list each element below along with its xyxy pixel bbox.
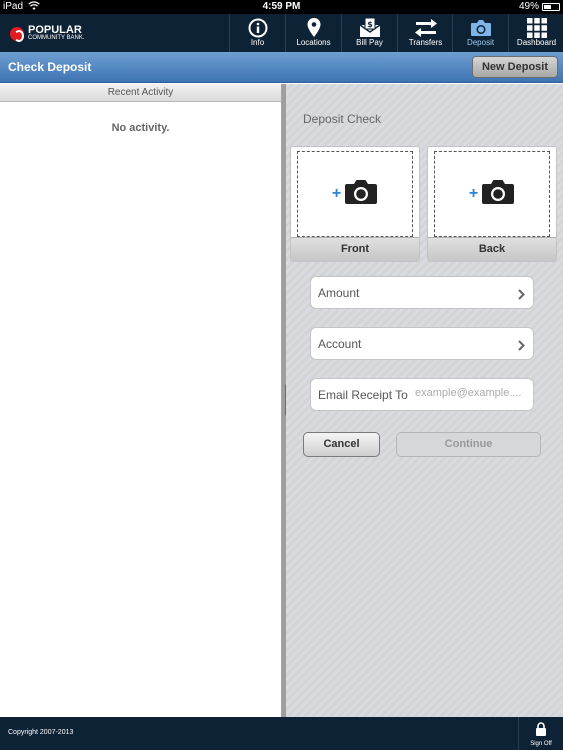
chevron-right-icon	[518, 287, 525, 305]
front-photo-button[interactable]: + Front	[290, 146, 420, 262]
bill-envelope-icon: $	[342, 14, 397, 38]
email-receipt-label: Email Receipt To	[318, 388, 408, 402]
continue-button[interactable]: Continue	[396, 432, 541, 457]
recent-activity-panel: Recent Activity No activity.	[0, 84, 282, 717]
grid-icon	[509, 14, 563, 38]
nav-transfers[interactable]: Transfers	[397, 14, 453, 52]
clock: 4:59 PM	[262, 1, 301, 12]
back-photo-button[interactable]: + Back	[427, 146, 557, 262]
front-label: Front	[291, 237, 419, 261]
add-plus-icon: +	[331, 185, 342, 202]
nav-deposit[interactable]: Deposit	[452, 14, 508, 52]
back-label: Back	[428, 237, 556, 261]
svg-text:$: $	[367, 20, 373, 29]
add-plus-icon: +	[468, 185, 479, 202]
copyright-text: Copyright 2007-2013	[8, 729, 74, 736]
camera-icon	[344, 179, 378, 210]
sign-off-label: Sign Off	[530, 741, 552, 747]
nav-bill-pay[interactable]: $ Bill Pay	[341, 14, 397, 52]
top-navigation: POPULAR COMMUNITY BANK. Info Locations $…	[0, 14, 563, 52]
nav-transfers-label: Transfers	[408, 38, 443, 47]
logo-line-1: POPULAR	[28, 24, 82, 36]
battery-percent: 49%	[518, 1, 539, 12]
bank-logo: POPULAR COMMUNITY BANK.	[10, 23, 85, 45]
email-receipt-input[interactable]	[415, 387, 527, 399]
empty-state-text: No activity.	[111, 122, 170, 134]
deposit-heading: Deposit Check	[303, 112, 382, 126]
status-bar: iPad 4:59 PM 49%	[0, 0, 563, 14]
amount-label: Amount	[318, 286, 360, 300]
transfer-arrows-icon	[398, 14, 453, 38]
logo-mark-icon	[10, 27, 24, 42]
cancel-button[interactable]: Cancel	[303, 432, 380, 457]
nav-dashboard-label: Dashboard	[516, 38, 557, 47]
page-title: Check Deposit	[8, 60, 92, 74]
email-receipt-field: Email Receipt To	[310, 378, 534, 411]
account-field[interactable]: Account	[310, 327, 534, 360]
map-pin-icon	[286, 14, 341, 38]
info-icon	[230, 14, 285, 38]
front-photo-area: +	[297, 151, 413, 237]
nav-info-label: Info	[250, 38, 265, 47]
nav-dashboard[interactable]: Dashboard	[508, 14, 563, 52]
footer-bar: Copyright 2007-2013 Sign Off	[0, 717, 563, 750]
title-bar: Check Deposit New Deposit	[0, 52, 563, 83]
camera-icon	[481, 179, 515, 210]
lock-icon	[519, 717, 563, 741]
new-deposit-button[interactable]: New Deposit	[472, 56, 558, 78]
recent-activity-header: Recent Activity	[0, 84, 281, 102]
chevron-right-icon	[518, 338, 525, 356]
account-label: Account	[318, 337, 362, 351]
logo-line-2: COMMUNITY BANK.	[28, 35, 85, 41]
camera-icon	[453, 14, 508, 38]
nav-info[interactable]: Info	[229, 14, 285, 52]
nav-locations[interactable]: Locations	[285, 14, 341, 52]
amount-field[interactable]: Amount	[310, 276, 534, 309]
nav-locations-label: Locations	[296, 38, 331, 47]
battery-icon	[542, 3, 560, 11]
nav-deposit-label: Deposit	[466, 38, 495, 47]
nav-bill-pay-label: Bill Pay	[356, 38, 383, 47]
back-photo-area: +	[434, 151, 550, 237]
deposit-form-panel: Deposit Check + Front + Back Amount Acco…	[286, 84, 563, 717]
sign-off-button[interactable]: Sign Off	[518, 717, 563, 750]
